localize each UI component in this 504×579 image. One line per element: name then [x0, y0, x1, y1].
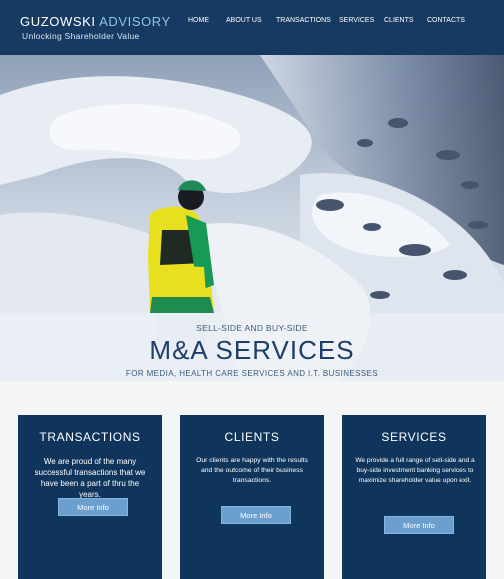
card-title: CLIENTS	[224, 430, 280, 444]
card-title: TRANSACTIONS	[39, 430, 141, 444]
hero-title: M&A SERVICES	[149, 335, 355, 365]
card-text: We are proud of the many successful tran…	[34, 457, 146, 499]
card-clients: CLIENTS Our clients are happy with the r…	[180, 415, 324, 579]
nav-transactions[interactable]: TRANSACTIONS	[276, 17, 331, 24]
hero-kicker: SELL-SIDE AND BUY-SIDE	[196, 323, 308, 333]
hero-banner: SELL-SIDE AND BUY-SIDE M&A SERVICES FOR …	[0, 55, 504, 381]
card-transactions: TRANSACTIONS We are proud of the many su…	[18, 415, 162, 579]
card-text: We provide a full range of sell-side and…	[355, 457, 475, 484]
more-info-button[interactable]: More Info	[221, 506, 291, 524]
main-nav: HOME ABOUT US TRANSACTIONS SERVICES CLIE…	[0, 17, 504, 29]
nav-home[interactable]: HOME	[188, 17, 209, 24]
site-tagline: Unlocking Shareholder Value	[22, 31, 140, 41]
card-text: Our clients are happy with the results a…	[196, 457, 308, 484]
nav-clients[interactable]: CLIENTS	[384, 17, 414, 24]
more-info-button[interactable]: More Info	[58, 498, 128, 516]
nav-about-us[interactable]: ABOUT US	[226, 17, 262, 24]
card-title: SERVICES	[381, 430, 447, 444]
more-info-button[interactable]: More Info	[384, 516, 454, 534]
hero-subtitle: FOR MEDIA, HEALTH CARE SERVICES AND I.T.…	[125, 369, 379, 378]
nav-services[interactable]: SERVICES	[339, 17, 374, 24]
card-services: SERVICES We provide a full range of sell…	[342, 415, 486, 579]
nav-contacts[interactable]: CONTACTS	[427, 17, 465, 24]
site-header: GUZOWSKI ADVISORY Unlocking Shareholder …	[0, 0, 504, 55]
